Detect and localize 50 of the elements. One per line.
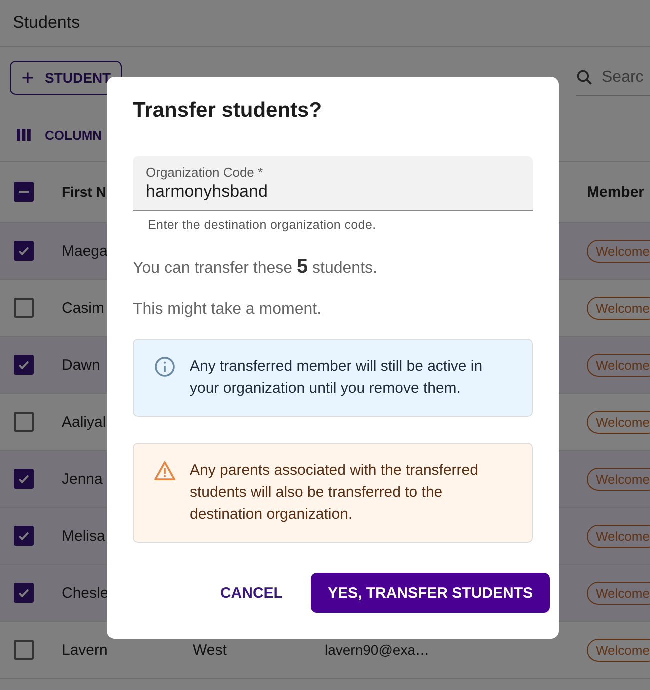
alert-text: Any parents associated with the transferred students will also be transferred to the destination organization.: [190, 461, 480, 525]
search-input[interactable]: Searc: [602, 68, 646, 86]
table-cell: Maega: [62, 242, 108, 260]
dialog-title: Transfer students?: [133, 99, 324, 123]
status-chip: Welcome: [587, 240, 650, 262]
table-cell: Casim: [62, 300, 105, 316]
search-icon: [576, 68, 594, 86]
columns-icon: [16, 129, 32, 141]
table-cell: lavern90@exa…: [325, 642, 430, 658]
alert-text: Any transferred member will still be active in your organization until you remove them.: [190, 357, 484, 399]
message-text: This might take a moment.: [133, 301, 323, 319]
search-field[interactable]: Searc: [576, 60, 650, 96]
table-cell: Jenna: [62, 470, 103, 488]
row-checkbox[interactable]: [14, 412, 34, 432]
status-chip: Welcome: [587, 410, 650, 434]
organization-code-field[interactable]: Organization Code * harmonyhsband: [133, 156, 533, 211]
row-checkbox[interactable]: [14, 355, 34, 375]
row-checkbox[interactable]: [14, 640, 34, 660]
row-checkbox[interactable]: [14, 469, 34, 489]
cancel-button[interactable]: CANCEL: [214, 584, 289, 602]
row-checkbox[interactable]: [14, 241, 34, 261]
table-cell: Melisa: [62, 528, 106, 544]
status-chip: Welcome: [587, 582, 650, 604]
info-icon: [154, 356, 176, 378]
table-cell: Dawn: [62, 356, 100, 374]
table-cell: Aaliyal: [62, 414, 106, 430]
columns-button[interactable]: COLUMN: [16, 128, 102, 142]
organization-code-input[interactable]: harmonyhsband: [146, 180, 520, 204]
confirm-transfer-button[interactable]: YES, TRANSFER STUDENTS: [310, 573, 550, 613]
table-cell: Chesle: [62, 584, 109, 602]
status-chip: Welcome: [587, 638, 650, 662]
column-header[interactable]: First N: [62, 184, 106, 200]
page-title: Students: [13, 13, 80, 33]
column-header[interactable]: Member: [587, 184, 645, 200]
helper-text: Enter the destination organization code.: [147, 217, 378, 232]
table-cell: Lavern: [62, 642, 108, 658]
select-all-checkbox[interactable]: [14, 182, 34, 202]
status-chip: Welcome: [587, 468, 650, 490]
message-text: You can transfer these 5 students.: [133, 256, 378, 279]
status-chip: Welcome: [587, 524, 650, 548]
warning-icon: [154, 460, 176, 482]
row-checkbox[interactable]: [14, 526, 34, 546]
table-cell: West: [193, 642, 227, 658]
row-checkbox[interactable]: [14, 298, 34, 318]
row-checkbox[interactable]: [14, 583, 34, 603]
minus-icon: [19, 190, 29, 194]
add-student-button[interactable]: STUDENT: [10, 61, 122, 95]
status-chip: Welcome: [587, 296, 650, 320]
plus-icon: [21, 71, 35, 85]
status-chip: Welcome: [587, 354, 650, 376]
